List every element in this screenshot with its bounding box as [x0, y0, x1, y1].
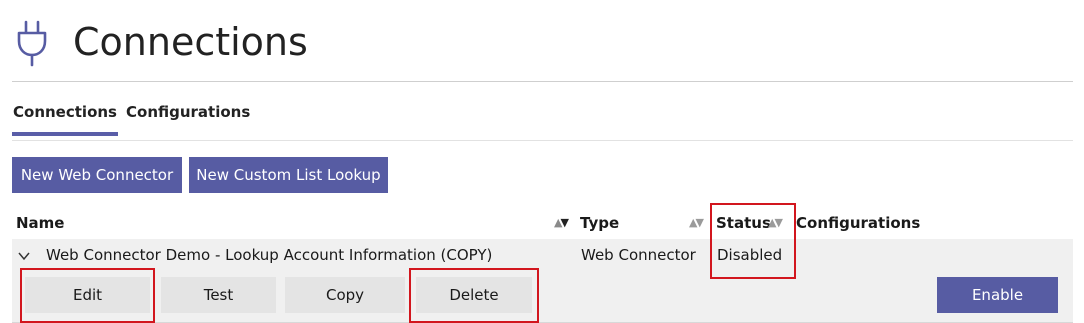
sort-icon[interactable]: ▲▼	[768, 216, 783, 229]
chevron-down-icon[interactable]	[17, 250, 31, 262]
delete-button[interactable]: Delete	[416, 277, 532, 313]
page-header: Connections	[12, 8, 1073, 82]
sort-icon[interactable]: ▲▼	[689, 216, 704, 229]
column-header-status[interactable]: Status	[716, 213, 771, 233]
table-row: Web Connector Demo - Lookup Account Info…	[12, 239, 1073, 323]
status-value: Disabled	[717, 246, 783, 264]
test-button[interactable]: Test	[161, 277, 276, 313]
table-header: Name ▲▼ Type ▲▼ Status ▲▼ Configurations	[12, 207, 1073, 240]
column-header-configurations: Configurations	[796, 214, 921, 232]
enable-button[interactable]: Enable	[937, 277, 1058, 313]
tab-configurations[interactable]: Configurations	[126, 96, 250, 132]
page-title: Connections	[73, 20, 308, 64]
tab-connections[interactable]: Connections	[12, 96, 118, 136]
tab-bar: Connections Configurations	[12, 96, 1073, 141]
sort-icon[interactable]: ▲▼	[554, 216, 569, 229]
column-header-name[interactable]: Name	[16, 213, 64, 233]
edit-button[interactable]: Edit	[25, 277, 150, 313]
connection-type: Web Connector	[581, 246, 696, 264]
plug-icon	[17, 20, 47, 67]
new-web-connector-button[interactable]: New Web Connector	[12, 157, 182, 193]
column-header-type[interactable]: Type	[580, 213, 619, 233]
copy-button[interactable]: Copy	[285, 277, 405, 313]
new-custom-list-lookup-button[interactable]: New Custom List Lookup	[189, 157, 388, 193]
connection-name: Web Connector Demo - Lookup Account Info…	[46, 246, 493, 264]
